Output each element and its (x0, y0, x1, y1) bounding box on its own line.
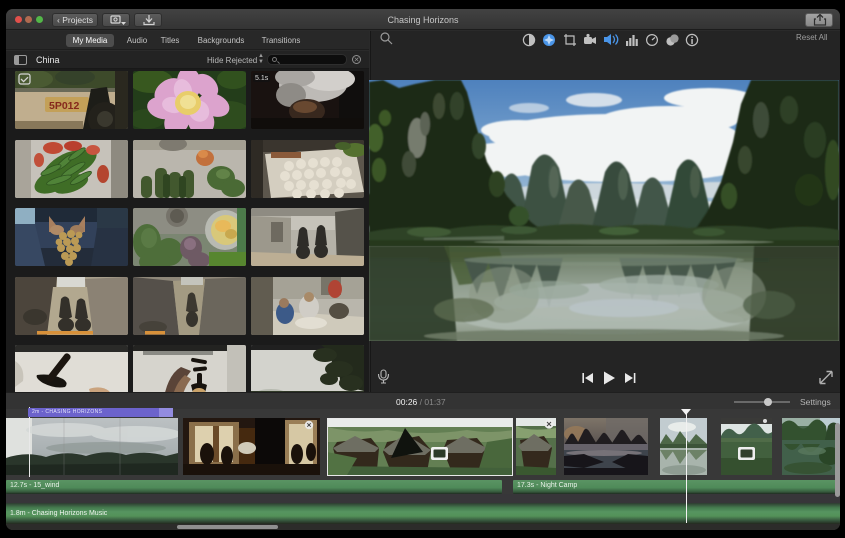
svg-text:Reset All: Reset All (796, 33, 828, 42)
svg-text:5.1s: 5.1s (255, 75, 269, 82)
svg-text:5P012: 5P012 (49, 100, 80, 112)
